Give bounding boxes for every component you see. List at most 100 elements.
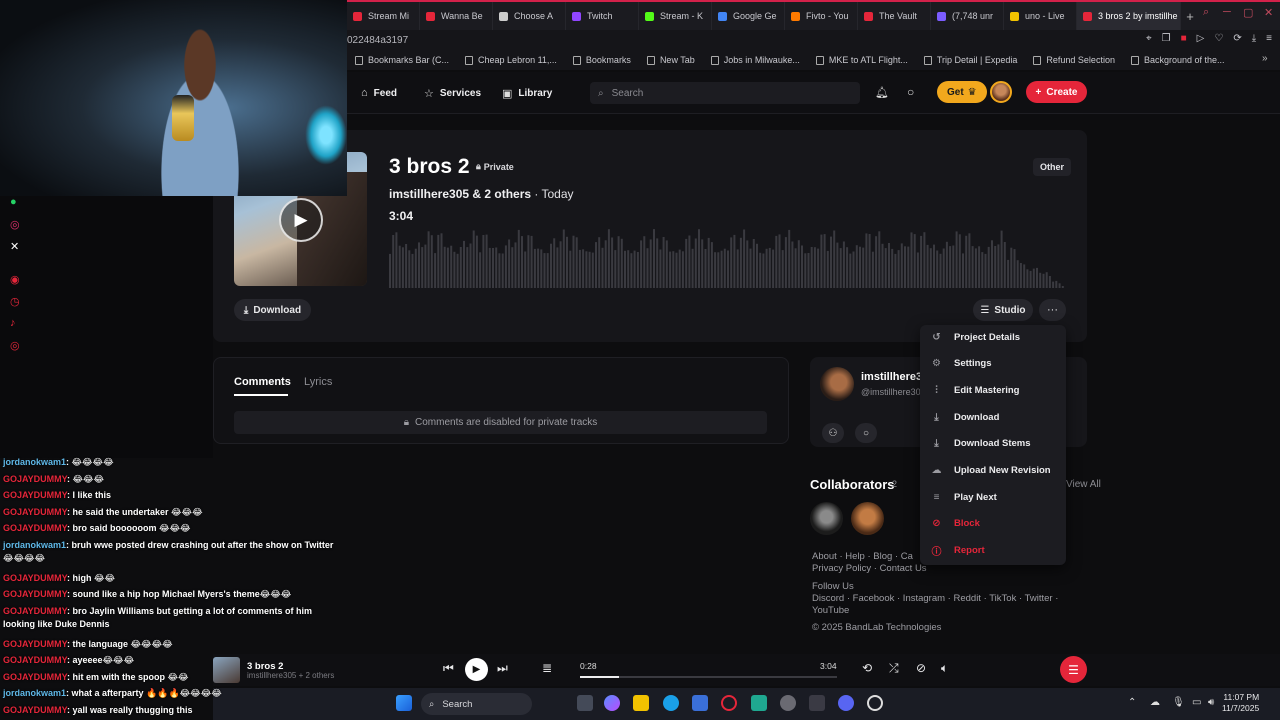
bookmark-item[interactable]: Bookmarks Bar (C... (347, 55, 457, 65)
menu-item-report[interactable]: ⓘ Report (930, 541, 1060, 561)
cloud-icon[interactable]: ☁ (1150, 697, 1160, 708)
media-icon[interactable] (867, 695, 883, 711)
next-icon[interactable]: ⏭︎ (497, 661, 508, 676)
browser-tab[interactable]: (7,748 unr (931, 2, 1004, 30)
extension-red-icon[interactable]: ■ (1181, 33, 1187, 44)
new-tab-button[interactable]: + (1181, 9, 1199, 24)
browser-tab[interactable]: uno - Live (1004, 2, 1077, 30)
previous-icon[interactable]: ⏮︎ (443, 661, 454, 676)
copilot-icon[interactable] (604, 695, 620, 711)
store-icon[interactable] (692, 695, 708, 711)
browser-tab[interactable]: 3 bros 2 by imstillhe (1077, 2, 1181, 30)
taskbar-clock[interactable]: 11:07 PM 11/7/2025 (1222, 692, 1259, 714)
download-button[interactable]: ⤓ Download (234, 299, 311, 321)
browser-tab[interactable]: Stream - K (639, 2, 712, 30)
nav-feed[interactable]: ⌂ Feed (361, 87, 397, 99)
speaker-icon[interactable]: 🔊︎ (1208, 697, 1214, 708)
menu-item-upload-new-revision[interactable]: ☁ Upload New Revision (930, 461, 1060, 481)
app-icon[interactable] (751, 695, 767, 711)
view-all-link[interactable]: View All (1066, 479, 1101, 490)
maximize-icon[interactable]: ▢ (1243, 6, 1253, 19)
collaborator-avatar[interactable] (851, 502, 884, 535)
play-button[interactable]: ▶ (279, 198, 323, 242)
bookmark-item[interactable]: Cheap Lebron 11,... (457, 55, 565, 65)
send-icon[interactable]: ▷ (1197, 33, 1205, 44)
taskbar-search[interactable]: ⌕ Search (421, 693, 532, 715)
volume-icon[interactable]: 🔈︎ (941, 661, 948, 676)
windows-start-icon[interactable] (396, 695, 412, 711)
sync-icon[interactable]: ⟳ (1233, 33, 1241, 44)
tray-chevron-icon[interactable]: ⌃ (1128, 697, 1136, 708)
bookmark-item[interactable]: Bookmarks (565, 55, 639, 65)
browser-tab[interactable]: Fivto - You (785, 2, 858, 30)
progress-bar[interactable] (580, 676, 837, 678)
download-icon[interactable]: ⤓ (1252, 33, 1256, 44)
pin-icon[interactable]: ⌖ (1146, 33, 1152, 44)
close-icon[interactable]: ✕ (1264, 6, 1273, 19)
bell-icon[interactable]: 🔔︎ (875, 86, 889, 99)
bookmark-item[interactable]: Refund Selection (1025, 55, 1123, 65)
footer-social-links[interactable]: Discord · Facebook · Instagram · Reddit … (812, 593, 1058, 605)
heart-icon[interactable]: ♡ (1214, 33, 1223, 44)
menu-item-edit-mastering[interactable]: ⫶ Edit Mastering (930, 380, 1060, 400)
browser-tab[interactable]: The Vault (858, 2, 931, 30)
artist-avatar[interactable] (820, 367, 854, 401)
nav-library[interactable]: ▣ Library (502, 87, 552, 100)
menu-item-settings[interactable]: ⚙ Settings (930, 354, 1060, 374)
message-button[interactable]: ○ (855, 423, 877, 443)
bookmarks-more-icon[interactable]: » (1262, 53, 1268, 64)
user-avatar[interactable] (990, 81, 1012, 103)
create-button[interactable]: + Create (1026, 81, 1087, 103)
track-artists[interactable]: imstillhere305 & 2 others · Today (389, 187, 574, 201)
more-options-button[interactable]: ··· (1039, 299, 1066, 321)
shuffle-icon[interactable]: ⤮ (889, 661, 899, 676)
edge-icon[interactable] (663, 695, 679, 711)
tab-comments[interactable]: Comments (234, 376, 291, 388)
search-input[interactable]: ⌕ Search (590, 82, 860, 104)
tab-lyrics[interactable]: Lyrics (304, 376, 332, 388)
collaborator-avatar[interactable] (810, 502, 843, 535)
mute-icon[interactable]: ⊘ (916, 661, 926, 675)
waveform[interactable] (389, 226, 1065, 288)
discord-icon[interactable] (838, 695, 854, 711)
artist-name[interactable]: imstillhere305 (861, 371, 923, 383)
menu-item-download-stems[interactable]: ⤓ Download Stems (930, 434, 1060, 454)
menu-icon[interactable]: ≡ (1266, 33, 1272, 44)
app-icon[interactable] (809, 695, 825, 711)
copy-icon[interactable]: ❐ (1162, 33, 1171, 44)
bookmark-item[interactable]: MKE to ATL Flight... (808, 55, 916, 65)
browser-tab[interactable]: Twitch (566, 2, 639, 30)
menu-item-download[interactable]: ⤓ Download (930, 407, 1060, 427)
browser-tab[interactable]: Google Ge (712, 2, 785, 30)
footer-youtube-link[interactable]: YouTube (812, 605, 1058, 617)
nav-services[interactable]: ☆ Services (424, 87, 481, 100)
repeat-icon[interactable]: ⟲ (862, 661, 872, 675)
genre-badge[interactable]: Other (1033, 158, 1072, 176)
bookmark-item[interactable]: Jobs in Milwauke... (703, 55, 808, 65)
network-icon[interactable]: ▭ (1192, 697, 1201, 708)
address-bar[interactable]: 022484a3197 ⌖ ❐ ■ ▷ ♡ ⟳ ⤓ ≡ (347, 30, 1280, 50)
menu-item-block[interactable]: ⊘ Block (930, 514, 1060, 534)
studio-button[interactable]: ☰ Studio (973, 299, 1033, 321)
menu-item-project-details[interactable]: ↺ Project Details (930, 327, 1060, 347)
file-explorer-icon[interactable] (633, 695, 649, 711)
follow-button[interactable]: ⚇ (822, 423, 844, 443)
bookmark-item[interactable]: Trip Detail | Expedia (916, 55, 1026, 65)
task-view-icon[interactable] (577, 695, 593, 711)
browser-tab[interactable]: Wanna Be (420, 2, 493, 30)
queue-icon[interactable]: ≣ (542, 661, 552, 675)
queue-button[interactable]: ☰ (1060, 656, 1087, 683)
chat-icon[interactable]: ○ (907, 85, 914, 99)
bookmark-item[interactable]: Background of the... (1123, 55, 1233, 65)
browser-tab[interactable]: Stream Mi (347, 2, 420, 30)
app-icon[interactable] (780, 695, 796, 711)
bookmark-item[interactable]: New Tab (639, 55, 703, 65)
opera-icon[interactable] (721, 695, 737, 711)
player-play-button[interactable]: ▶ (465, 658, 488, 681)
mic-icon[interactable]: 🎙︎ (1172, 697, 1185, 708)
minimize-icon[interactable]: ─ (1223, 6, 1231, 18)
browser-tab[interactable]: Choose A (493, 2, 566, 30)
menu-item-play-next[interactable]: ≡ Play Next (930, 487, 1060, 507)
browser-search-icon[interactable]: ⌕ (1203, 6, 1209, 19)
get-membership-button[interactable]: Get ♛ (937, 81, 987, 103)
